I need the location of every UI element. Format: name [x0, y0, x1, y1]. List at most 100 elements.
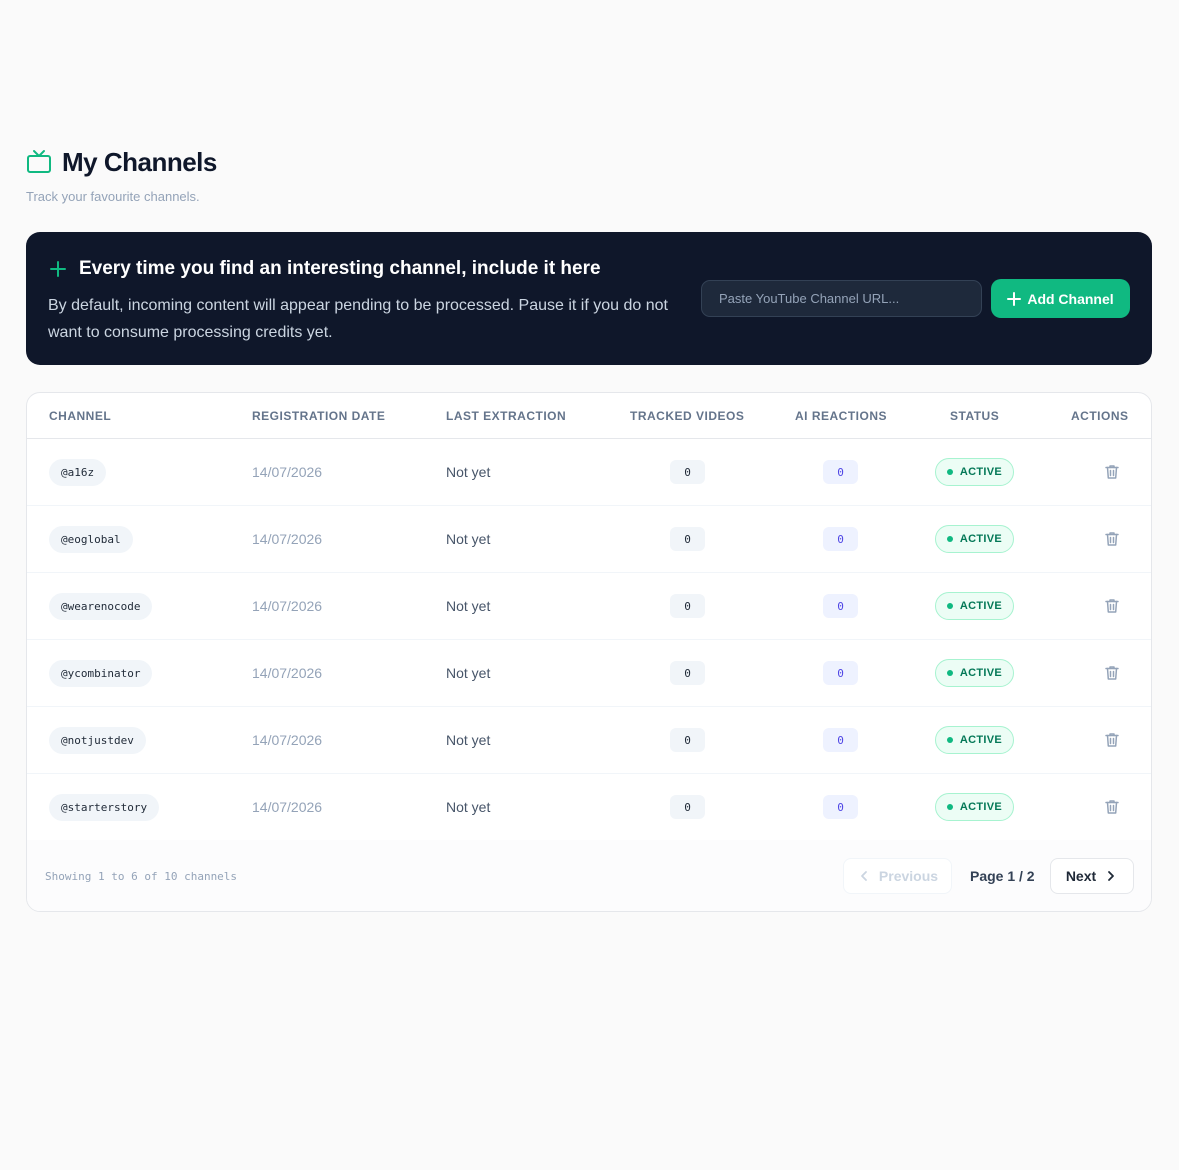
- last-extraction: Not yet: [446, 732, 491, 748]
- ai-reactions-cell: 0: [823, 573, 858, 639]
- last-extraction: Not yet: [446, 665, 491, 681]
- tracked-videos-cell: 0: [670, 640, 705, 706]
- channel-cell: @a16z: [49, 439, 107, 505]
- registration-date: 14/07/2026: [252, 799, 323, 815]
- pagination-summary: Showing 1 to 6 of 10 channels: [45, 870, 238, 883]
- registration-date-cell: 14/07/2026: [252, 640, 322, 706]
- channel-cell: @notjustdev: [49, 707, 146, 773]
- table-footer: Showing 1 to 6 of 10 channels Previous P…: [27, 840, 1151, 911]
- actions-cell: [1103, 506, 1121, 572]
- tracked-videos-count: 0: [670, 460, 705, 484]
- last-extraction-cell: Not yet: [446, 573, 490, 639]
- status-label: ACTIVE: [959, 600, 1003, 612]
- registration-date-cell: 14/07/2026: [252, 439, 322, 505]
- status-label: ACTIVE: [959, 667, 1003, 679]
- previous-page-button[interactable]: Previous: [843, 858, 952, 894]
- tracked-videos-count: 0: [670, 795, 705, 819]
- previous-label: Previous: [878, 868, 939, 884]
- status-badge[interactable]: ACTIVE: [935, 793, 1014, 821]
- last-extraction-cell: Not yet: [446, 506, 490, 572]
- status-badge[interactable]: ACTIVE: [935, 525, 1014, 553]
- trash-icon[interactable]: [1103, 664, 1121, 682]
- status-label: ACTIVE: [959, 533, 1003, 545]
- last-extraction-cell: Not yet: [446, 707, 490, 773]
- registration-date: 14/07/2026: [252, 464, 323, 480]
- add-channel-button[interactable]: Add Channel: [991, 279, 1130, 318]
- channel-cell: @ycombinator: [49, 640, 153, 706]
- status-label: ACTIVE: [959, 734, 1003, 746]
- page-header: My Channels: [26, 146, 1152, 178]
- table-row: @wearenocode 14/07/2026 Not yet 0 0 ACTIVE: [27, 573, 1151, 640]
- status-cell: ACTIVE: [935, 774, 1014, 840]
- channel-url-input[interactable]: [701, 280, 982, 317]
- channel-cell: @starterstory: [49, 774, 160, 840]
- status-dot: [946, 536, 953, 542]
- tracked-videos-cell: 0: [670, 506, 705, 572]
- status-badge[interactable]: ACTIVE: [935, 659, 1014, 687]
- actions-cell: [1103, 774, 1121, 840]
- column-header-ai-reactions: AI REACTIONS: [795, 409, 888, 423]
- status-dot: [946, 737, 953, 743]
- status-cell: ACTIVE: [935, 506, 1014, 572]
- ai-reactions-cell: 0: [823, 640, 858, 706]
- trash-icon[interactable]: [1103, 798, 1121, 816]
- trash-icon[interactable]: [1103, 530, 1121, 548]
- trash-icon[interactable]: [1103, 463, 1121, 481]
- table-row: @a16z 14/07/2026 Not yet 0 0 ACTIVE: [27, 439, 1151, 506]
- plus-icon: [48, 259, 68, 279]
- banner-description: By default, incoming content will appear…: [48, 297, 668, 341]
- next-page-button[interactable]: Next: [1050, 858, 1134, 894]
- status-cell: ACTIVE: [935, 439, 1014, 505]
- column-header-channel: CHANNEL: [49, 409, 112, 423]
- add-channel-banner: Every time you find an interesting chann…: [26, 232, 1152, 365]
- channel-handle[interactable]: @wearenocode: [49, 592, 153, 620]
- chevron-right-icon: [1104, 869, 1118, 883]
- actions-cell: [1103, 640, 1121, 706]
- page-title: My Channels: [62, 146, 217, 177]
- ai-reactions-count: 0: [823, 795, 858, 819]
- ai-reactions-count: 0: [823, 460, 858, 484]
- ai-reactions-count: 0: [823, 594, 858, 618]
- last-extraction: Not yet: [446, 531, 491, 547]
- status-badge[interactable]: ACTIVE: [935, 592, 1014, 620]
- ai-reactions-count: 0: [823, 527, 858, 551]
- registration-date-cell: 14/07/2026: [252, 774, 322, 840]
- channel-handle[interactable]: @ycombinator: [49, 659, 153, 687]
- status-dot: [946, 469, 953, 475]
- column-header-last-extraction: LAST EXTRACTION: [446, 409, 567, 423]
- last-extraction: Not yet: [446, 464, 491, 480]
- tracked-videos-cell: 0: [670, 439, 705, 505]
- registration-date: 14/07/2026: [252, 531, 323, 547]
- tv-icon: [26, 149, 52, 175]
- registration-date-cell: 14/07/2026: [252, 707, 322, 773]
- status-label: ACTIVE: [959, 801, 1003, 813]
- channel-handle[interactable]: @starterstory: [49, 793, 160, 821]
- ai-reactions-count: 0: [823, 728, 858, 752]
- trash-icon[interactable]: [1103, 731, 1121, 749]
- status-badge[interactable]: ACTIVE: [935, 458, 1014, 486]
- channel-cell: @wearenocode: [49, 573, 153, 639]
- channel-handle[interactable]: @notjustdev: [49, 726, 146, 754]
- next-label: Next: [1065, 868, 1097, 884]
- chevron-left-icon: [857, 869, 871, 883]
- plus-icon: [1007, 291, 1022, 306]
- status-cell: ACTIVE: [935, 573, 1014, 639]
- status-cell: ACTIVE: [935, 707, 1014, 773]
- channels-table: CHANNEL REGISTRATION DATE LAST EXTRACTIO…: [26, 392, 1152, 912]
- ai-reactions-cell: 0: [823, 707, 858, 773]
- channel-handle[interactable]: @a16z: [49, 458, 107, 486]
- column-header-registration-date: REGISTRATION DATE: [252, 409, 386, 423]
- channel-handle[interactable]: @eoglobal: [49, 525, 133, 553]
- status-badge[interactable]: ACTIVE: [935, 726, 1014, 754]
- table-row: @eoglobal 14/07/2026 Not yet 0 0 ACTIVE: [27, 506, 1151, 573]
- column-header-status: STATUS: [950, 409, 1000, 423]
- trash-icon[interactable]: [1103, 597, 1121, 615]
- last-extraction: Not yet: [446, 598, 491, 614]
- add-channel-label: Add Channel: [1027, 290, 1114, 307]
- registration-date: 14/07/2026: [252, 732, 323, 748]
- actions-cell: [1103, 439, 1121, 505]
- column-header-actions: ACTIONS: [1071, 409, 1129, 423]
- table-header: CHANNEL REGISTRATION DATE LAST EXTRACTIO…: [27, 393, 1151, 439]
- table-body: @a16z 14/07/2026 Not yet 0 0 ACTIVE @eoglobal 1…: [27, 439, 1151, 841]
- channel-cell: @eoglobal: [49, 506, 133, 572]
